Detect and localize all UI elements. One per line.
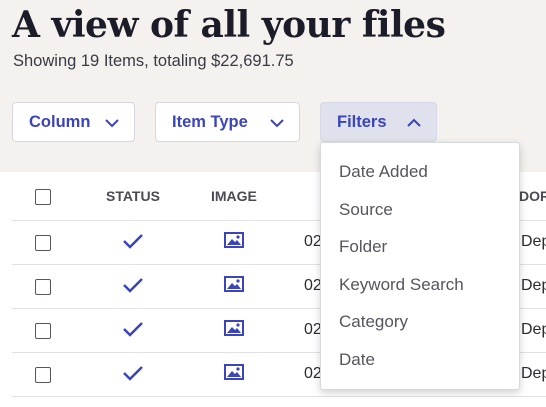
checkmark-icon <box>123 278 143 293</box>
status-column-header[interactable]: STATUS <box>106 188 160 204</box>
image-icon[interactable] <box>224 320 244 336</box>
image-icon[interactable] <box>224 364 244 380</box>
checkmark-icon <box>123 366 143 381</box>
row-right-cell: Dep <box>521 277 546 294</box>
image-icon[interactable] <box>224 276 244 292</box>
row-checkbox[interactable] <box>35 367 51 383</box>
chevron-down-icon <box>270 119 284 128</box>
item-type-dropdown-button[interactable]: Item Type <box>155 102 300 142</box>
row-checkbox[interactable] <box>35 323 51 339</box>
filter-option-folder[interactable]: Folder <box>339 237 387 257</box>
image-icon[interactable] <box>224 232 244 248</box>
column-dropdown-label: Column <box>29 112 91 131</box>
select-all-checkbox[interactable] <box>35 189 51 205</box>
page-subtitle: Showing 19 Items, totaling $22,691.75 <box>13 52 294 70</box>
column-dropdown-button[interactable]: Column <box>12 102 135 142</box>
checkmark-icon <box>123 322 143 337</box>
filters-dropdown-menu: Date Added Source Folder Keyword Search … <box>320 142 520 390</box>
filter-option-date[interactable]: Date <box>339 350 375 370</box>
partial-column-header[interactable]: DOR <box>519 188 546 204</box>
row-right-cell: Dep <box>521 233 546 250</box>
filters-dropdown-label: Filters <box>337 112 387 131</box>
filters-dropdown-button[interactable]: Filters <box>320 102 437 142</box>
row-right-cell: Dep <box>521 321 546 338</box>
item-type-dropdown-label: Item Type <box>172 112 248 131</box>
row-right-cell: Dep <box>521 365 546 382</box>
row-checkbox[interactable] <box>35 279 51 295</box>
page-title: A view of all your files <box>12 4 446 46</box>
filter-option-keyword-search[interactable]: Keyword Search <box>339 275 464 295</box>
row-checkbox[interactable] <box>35 235 51 251</box>
checkmark-icon <box>123 234 143 249</box>
filter-option-date-added[interactable]: Date Added <box>339 162 428 182</box>
filter-option-category[interactable]: Category <box>339 312 408 332</box>
chevron-down-icon <box>105 119 119 128</box>
image-column-header[interactable]: IMAGE <box>211 188 257 204</box>
filter-option-source[interactable]: Source <box>339 200 393 220</box>
chevron-up-icon <box>407 118 421 127</box>
